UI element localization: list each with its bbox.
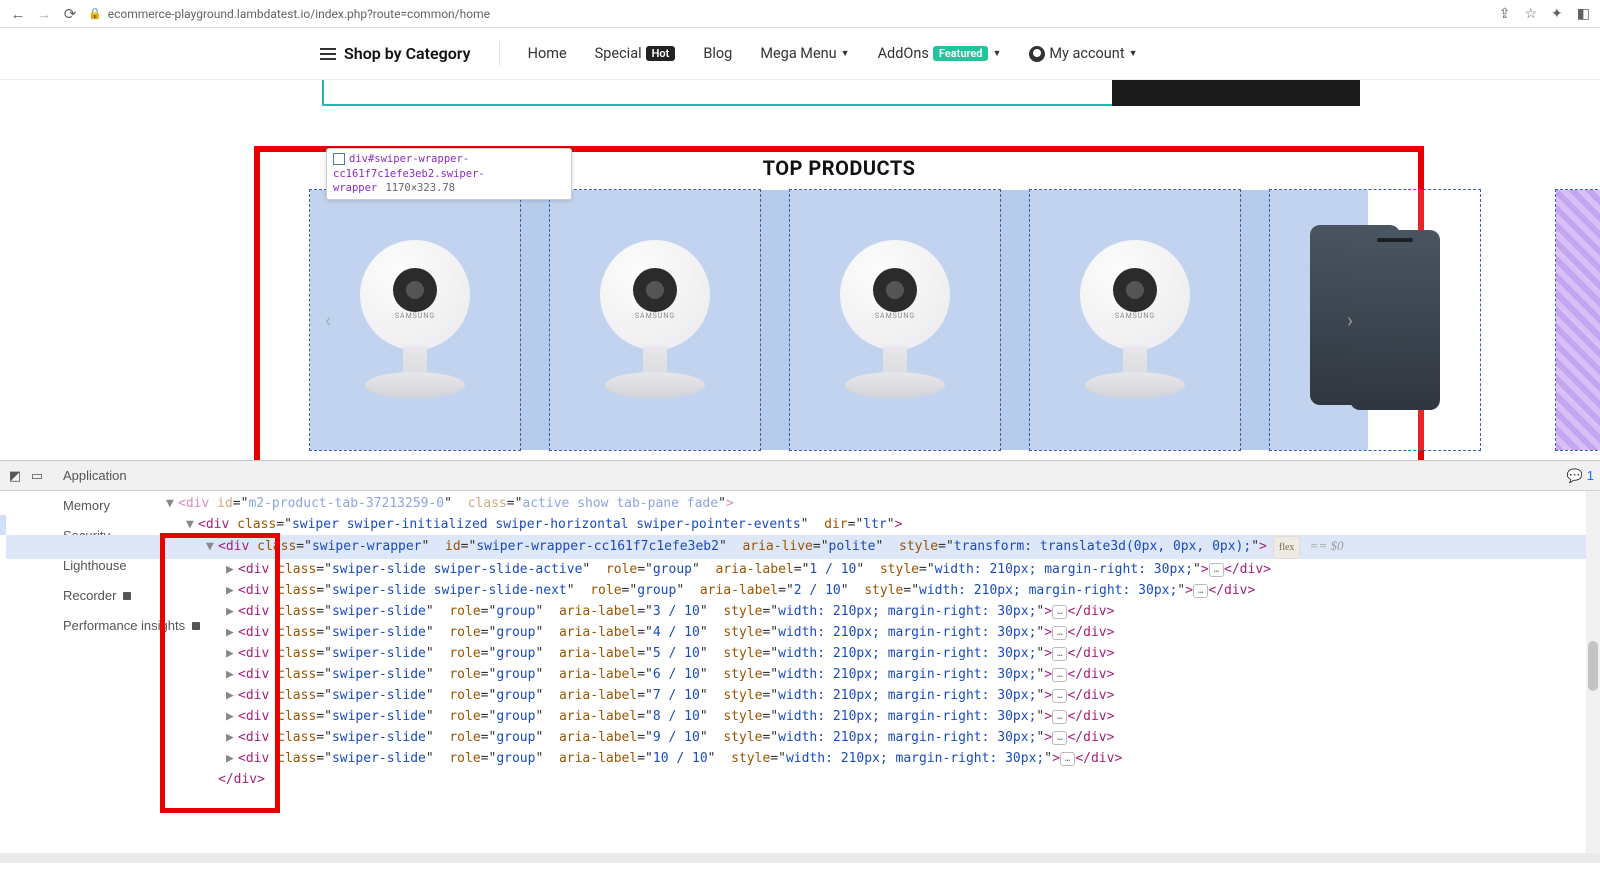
hamburger-icon [320,53,336,55]
nav-separator [499,42,500,66]
devtools-tabs: ◩ ▭ ElementsConsoleSourcesNetworkPerform… [0,461,1600,491]
camera-product-icon: SAMSUNG [825,230,965,410]
panel-icon[interactable]: ◧ [1577,6,1590,22]
share-icon[interactable]: ⇪ [1499,6,1511,22]
devtools-tab-application[interactable]: Application [50,461,213,491]
shop-by-category-label: Shop by Category [344,44,471,63]
nav-blog[interactable]: Blog [703,45,732,62]
breadcrumb-gutter [0,515,6,535]
caret-down-icon: ▼ [992,48,1001,59]
phone-product-icon [1310,225,1440,415]
dom-line[interactable]: ▶<div class="swiper-slide" role="group" … [6,685,1600,706]
dom-line[interactable]: ▶<div class="swiper-slide" role="group" … [6,643,1600,664]
dom-line[interactable]: ▶<div class="swiper-slide" role="group" … [6,748,1600,769]
address-bar[interactable]: 🔒 ecommerce-playground.lambdatest.io/ind… [88,7,490,21]
nav-addons[interactable]: AddOns Featured ▼ [878,45,1002,62]
elements-dom-tree[interactable]: ▼<div id="m2-product-tab-37213259-0" cla… [0,491,1600,853]
dom-line[interactable]: ▶<div class="swiper-slide" role="group" … [6,622,1600,643]
dark-banner [1112,80,1360,106]
dom-line[interactable]: ▼<div class="swiper-wrapper" id="swiper-… [6,535,1600,559]
hot-badge: Hot [646,46,676,61]
shop-by-category[interactable]: Shop by Category [320,44,471,63]
carousel-next[interactable]: › [1338,308,1362,332]
forward-icon[interactable]: → [36,5,52,23]
scrollbar[interactable] [1586,491,1600,853]
device-toolbar-icon[interactable]: ▭ [28,468,46,484]
star-icon[interactable]: ☆ [1524,6,1537,22]
dom-line[interactable]: ▼<div id="m2-product-tab-37213259-0" cla… [6,493,1600,514]
lock-icon: 🔒 [88,7,102,20]
page-content: div#swiper-wrapper-cc161f7c1efe3eb2.swip… [0,80,1600,460]
highlighted-region: div#swiper-wrapper-cc161f7c1efe3eb2.swip… [254,146,1424,460]
status-bar [0,853,1600,863]
dom-line[interactable]: ▶<div class="swiper-slide" role="group" … [6,664,1600,685]
url-text: ecommerce-playground.lambdatest.io/index… [108,7,490,21]
dom-line[interactable]: </div> [6,769,1600,790]
reload-icon[interactable]: ⟳ [62,5,78,23]
tooltip-dimensions: 1170×323.78 [385,182,455,194]
camera-product-icon: SAMSUNG [1065,230,1205,410]
camera-product-icon: SAMSUNG [345,230,485,410]
dom-line[interactable]: ▶<div class="swiper-slide swiper-slide-a… [6,559,1600,580]
dom-line[interactable]: ▶<div class="swiper-slide" role="group" … [6,727,1600,748]
product-slide[interactable] [1270,190,1480,450]
dom-line[interactable]: ▶<div class="swiper-slide swiper-slide-n… [6,580,1600,601]
nav-special[interactable]: Special Hot [595,45,676,62]
nav-my-account[interactable]: My account▼ [1029,45,1137,62]
dom-line[interactable]: ▼<div class="swiper swiper-initialized s… [6,514,1600,535]
nav-home[interactable]: Home [528,45,567,62]
product-slide[interactable]: SAMSUNG [310,190,520,450]
camera-product-icon: SAMSUNG [585,230,725,410]
dom-line[interactable]: ▶<div class="swiper-slide" role="group" … [6,601,1600,622]
inspect-tooltip-icon [333,153,345,165]
overflow-hatch [1556,190,1600,450]
nav-mega-menu[interactable]: Mega Menu▼ [760,45,849,62]
product-slide[interactable]: SAMSUNG [790,190,1000,450]
carousel: ‹ SAMSUNG SAMSUNG SAMSUNG SAMSUNG › [260,190,1418,450]
browser-toolbar: ← → ⟳ 🔒 ecommerce-playground.lambdatest.… [0,0,1600,28]
featured-badge: Featured [933,46,989,61]
dom-line[interactable]: ▶<div class="swiper-slide" role="group" … [6,706,1600,727]
devtools-messages[interactable]: 💬 1 [1567,468,1594,484]
swiper-wrapper[interactable]: SAMSUNG SAMSUNG SAMSUNG SAMSUNG [310,190,1368,450]
caret-down-icon: ▼ [841,48,850,59]
site-nav: Shop by Category Home Special Hot Blog M… [0,28,1600,80]
extensions-icon[interactable]: ✦ [1551,6,1563,22]
user-icon [1029,46,1045,62]
back-icon[interactable]: ← [10,5,26,23]
element-inspect-tooltip: div#swiper-wrapper-cc161f7c1efe3eb2.swip… [326,148,572,200]
product-slide[interactable]: SAMSUNG [1030,190,1240,450]
caret-down-icon: ▼ [1129,48,1138,59]
devtools: ◩ ▭ ElementsConsoleSourcesNetworkPerform… [0,460,1600,863]
product-slide[interactable]: SAMSUNG [550,190,760,450]
inspect-element-icon[interactable]: ◩ [6,468,24,484]
